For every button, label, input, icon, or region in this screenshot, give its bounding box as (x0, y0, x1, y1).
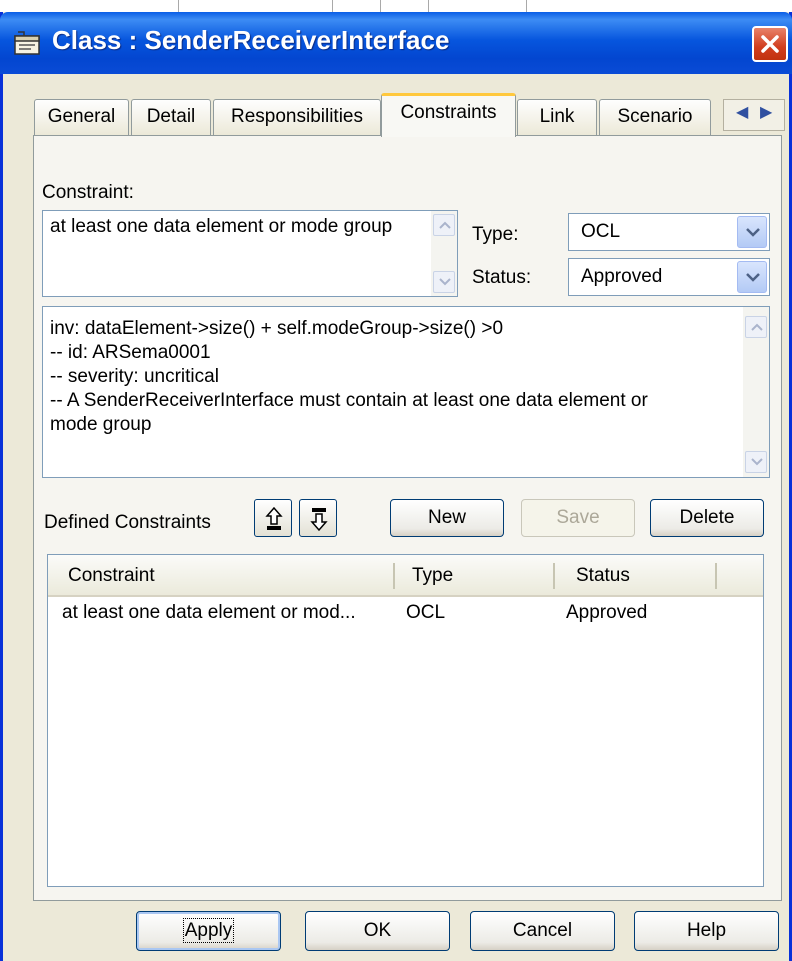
ok-button[interactable]: OK (305, 911, 450, 951)
window-title: Class : SenderReceiverInterface (52, 25, 450, 55)
close-button[interactable] (752, 26, 788, 62)
tab-scroll-buttons[interactable]: ◀ ▶ (723, 99, 785, 131)
class-properties-icon (12, 30, 42, 56)
scroll-down-button[interactable] (745, 451, 767, 473)
scroll-down-button[interactable] (433, 271, 455, 293)
type-label: Type: (472, 224, 519, 245)
notes-line: inv: dataElement->size() + self.modeGrou… (50, 318, 504, 339)
tab-constraints[interactable]: Constraints (381, 93, 516, 137)
constraint-name-text: at least one data element or mode group (50, 216, 393, 237)
status-label: Status: (472, 267, 532, 288)
apply-button[interactable]: Apply (136, 911, 281, 951)
title-bar[interactable]: Class : SenderReceiverInterface (0, 12, 792, 74)
tab-label: Responsibilities (230, 106, 363, 127)
notes-line: -- id: ARSema0001 (50, 342, 211, 363)
list-header: Constraint Type Status (48, 555, 763, 597)
type-value: OCL (581, 221, 621, 242)
save-button-label: Save (556, 507, 600, 528)
chevron-up-icon (439, 221, 451, 229)
constraint-notes-field[interactable]: inv: dataElement->size() + self.modeGrou… (42, 306, 770, 478)
chevron-left-icon[interactable]: ◀ (736, 102, 748, 122)
chevron-down-icon (746, 273, 760, 282)
tab-responsibilities[interactable]: Responsibilities (213, 99, 381, 135)
tab-label: General (47, 106, 116, 127)
defined-constraints-list[interactable]: Constraint Type Status at least one data… (47, 554, 764, 887)
chevron-right-icon[interactable]: ▶ (760, 102, 772, 122)
apply-button-label: Apply (182, 918, 235, 943)
type-select[interactable]: OCL (568, 213, 770, 251)
scroll-up-button[interactable] (433, 214, 455, 236)
save-button[interactable]: Save (521, 499, 635, 537)
constraint-scrollbar[interactable] (431, 211, 457, 296)
row-constraint: at least one data element or mod... (62, 602, 356, 623)
background-divider (332, 0, 333, 12)
status-dropdown-button[interactable] (737, 261, 767, 293)
help-button-label: Help (686, 920, 727, 941)
tab-general[interactable]: General (34, 99, 129, 135)
column-header-type[interactable]: Type (412, 565, 453, 587)
tab-detail[interactable]: Detail (131, 99, 211, 135)
new-button[interactable]: New (390, 499, 504, 537)
constraint-notes-text: inv: dataElement->size() + self.modeGrou… (50, 317, 740, 437)
tab-scenario[interactable]: Scenario (599, 99, 711, 135)
background-divider (380, 0, 381, 12)
move-up-icon (265, 506, 283, 530)
constraint-label: Constraint: (42, 182, 134, 203)
tab-label: Link (539, 106, 575, 127)
class-properties-dialog: Class : SenderReceiverInterface General … (0, 12, 792, 961)
column-divider[interactable] (393, 563, 395, 589)
delete-button[interactable]: Delete (650, 499, 764, 537)
new-button-label: New (427, 507, 466, 528)
tab-label: Detail (146, 106, 196, 127)
status-value: Approved (581, 266, 663, 287)
scroll-up-button[interactable] (745, 316, 767, 338)
move-up-button[interactable] (254, 499, 292, 537)
background-strip (0, 0, 792, 12)
notes-scrollbar[interactable] (743, 307, 769, 477)
help-button[interactable]: Help (634, 911, 779, 951)
type-dropdown-button[interactable] (737, 216, 767, 248)
row-status: Approved (566, 602, 648, 623)
background-divider (178, 0, 179, 12)
tab-label: Scenario (617, 106, 693, 127)
notes-line: mode group (50, 414, 152, 435)
move-down-icon (310, 508, 328, 532)
notes-line: -- A SenderReceiverInterface must contai… (50, 390, 648, 411)
row-type: OCL (406, 602, 446, 623)
cancel-button-label: Cancel (512, 920, 573, 941)
chevron-down-icon (746, 228, 760, 237)
delete-button-label: Delete (679, 507, 735, 528)
ok-button-label: OK (363, 920, 392, 941)
status-select[interactable]: Approved (568, 258, 770, 296)
notes-line: -- severity: uncritical (50, 366, 219, 387)
tab-label: Constraints (400, 102, 497, 123)
chevron-down-icon (439, 278, 451, 286)
column-header-status[interactable]: Status (576, 565, 630, 587)
close-icon (761, 35, 779, 53)
move-down-button[interactable] (299, 499, 337, 537)
column-header-constraint[interactable]: Constraint (68, 565, 155, 587)
constraint-name-field[interactable]: at least one data element or mode group (42, 210, 458, 297)
tab-link[interactable]: Link (517, 99, 597, 135)
background-divider (428, 0, 429, 12)
background-divider (526, 0, 527, 12)
column-divider[interactable] (715, 563, 717, 589)
column-divider[interactable] (553, 563, 555, 589)
cancel-button[interactable]: Cancel (470, 911, 615, 951)
chevron-up-icon (751, 323, 763, 331)
defined-constraints-label: Defined Constraints (44, 512, 211, 533)
chevron-down-icon (751, 458, 763, 466)
